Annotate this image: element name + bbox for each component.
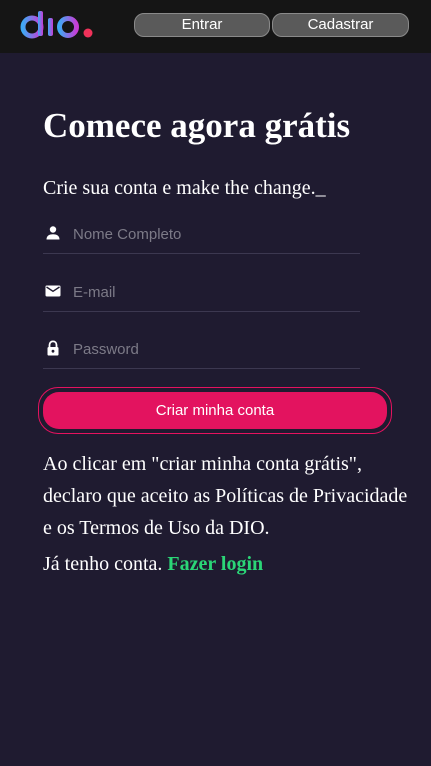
password-field — [43, 332, 360, 369]
cadastrar-button[interactable]: Cadastrar — [272, 13, 409, 37]
login-link[interactable]: Fazer login — [167, 553, 263, 575]
dio-logo[interactable] — [20, 9, 96, 41]
person-icon — [46, 226, 60, 240]
page-subtitle: Crie sua conta e make the change._ — [43, 177, 326, 199]
lock-icon — [47, 340, 59, 356]
email-field — [43, 275, 360, 312]
email-input[interactable] — [73, 281, 353, 303]
login-prompt-line: Já tenho conta. Fazer login — [43, 551, 263, 577]
login-prompt: Já tenho conta. — [43, 553, 163, 575]
password-input[interactable] — [73, 338, 353, 360]
name-input[interactable] — [73, 223, 353, 245]
terms-text: Ao clicar em "criar minha conta grátis",… — [43, 453, 408, 539]
create-account-button[interactable]: Criar minha conta — [43, 392, 387, 429]
top-navigation-bar: Entrar Cadastrar — [0, 0, 431, 53]
name-field — [43, 217, 360, 254]
create-account-button-outline: Criar minha conta — [38, 387, 392, 434]
mail-icon — [45, 285, 61, 297]
entrar-button[interactable]: Entrar — [134, 13, 270, 37]
page-title: Comece agora grátis — [43, 106, 351, 145]
